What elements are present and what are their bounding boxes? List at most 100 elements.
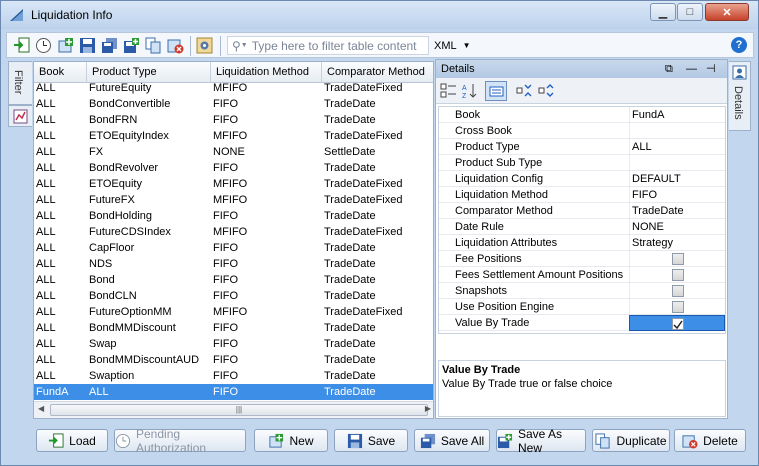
filter-input[interactable]: ⚲ ▼ Type here to filter table content bbox=[227, 36, 429, 55]
save-button[interactable]: Save bbox=[334, 429, 408, 452]
new-icon[interactable] bbox=[57, 37, 74, 54]
scrollbar-thumb[interactable]: ||| bbox=[50, 404, 428, 416]
sort-alpha-icon[interactable]: AZ bbox=[461, 82, 478, 99]
pin-icon[interactable]: ⊣ bbox=[706, 60, 716, 78]
table-row[interactable]: ALL BondHolding FIFO TradeDate bbox=[34, 208, 433, 224]
table-row[interactable]: ALL FutureCDSIndex MFIFO TradeDateFixed bbox=[34, 224, 433, 240]
save-all-button[interactable]: Save All bbox=[414, 429, 490, 452]
cell-method: FIFO bbox=[213, 354, 239, 366]
table-row[interactable]: ALL BondRevolver FIFO TradeDate bbox=[34, 160, 433, 176]
table-row[interactable]: ALL Swaption FIFO TradeDate bbox=[34, 368, 433, 384]
format-select[interactable]: XML ▼ bbox=[434, 36, 478, 55]
help-icon[interactable]: ? bbox=[731, 37, 747, 53]
categorized-icon[interactable] bbox=[440, 82, 457, 99]
table-row[interactable]: ALL Bond FIFO TradeDate bbox=[34, 272, 433, 288]
pending-authorization-label: Pending Authorization bbox=[136, 426, 207, 455]
minimize-button[interactable]: ▁ bbox=[650, 3, 676, 21]
load-icon[interactable] bbox=[13, 37, 30, 54]
description-title: Value By Trade bbox=[442, 364, 521, 376]
config-icon[interactable] bbox=[196, 37, 213, 54]
property-value[interactable]: TradeDate bbox=[629, 203, 725, 219]
table-row[interactable]: ALL FutureOptionMM MFIFO TradeDateFixed bbox=[34, 304, 433, 320]
cell-method: FIFO bbox=[213, 338, 239, 350]
search-icon: ⚲ bbox=[232, 38, 241, 53]
table-row[interactable]: ALL BondCLN FIFO TradeDate bbox=[34, 288, 433, 304]
tab-details[interactable]: Details bbox=[729, 61, 751, 131]
property-view-button[interactable] bbox=[485, 81, 507, 101]
property-checkbox[interactable] bbox=[672, 301, 684, 313]
tab-filter[interactable]: Filter bbox=[8, 61, 32, 105]
property-value[interactable]: DEFAULT bbox=[629, 171, 725, 187]
load-button[interactable]: Load bbox=[36, 429, 108, 452]
table-row[interactable]: ALL BondFRN FIFO TradeDate bbox=[34, 112, 433, 128]
table-row[interactable]: ALL CapFloor FIFO TradeDate bbox=[34, 240, 433, 256]
delete-button[interactable]: Delete bbox=[674, 429, 746, 452]
table-row[interactable]: ALL BondConvertible FIFO TradeDate bbox=[34, 96, 433, 112]
property-value[interactable]: Strategy bbox=[629, 235, 725, 251]
property-row[interactable]: Book FundA bbox=[439, 107, 725, 123]
property-row[interactable]: Liquidation Config DEFAULT bbox=[439, 171, 725, 187]
table-row[interactable]: ALL FutureFX MFIFO TradeDateFixed bbox=[34, 192, 433, 208]
property-value[interactable]: FIFO bbox=[629, 187, 725, 203]
chart-icon bbox=[13, 109, 28, 124]
close-button[interactable]: ✕ bbox=[705, 3, 749, 21]
maximize-button[interactable]: □ bbox=[677, 3, 703, 21]
property-row[interactable]: Date Rule NONE bbox=[439, 219, 725, 235]
property-row[interactable]: Snapshots bbox=[439, 283, 725, 299]
property-value[interactable] bbox=[629, 123, 725, 139]
property-row[interactable]: Fee Positions bbox=[439, 251, 725, 267]
duplicate-button[interactable]: Duplicate bbox=[592, 429, 670, 452]
save-as-new-icon[interactable] bbox=[123, 37, 140, 54]
column-header-book[interactable]: Book bbox=[34, 62, 87, 83]
property-checkbox[interactable] bbox=[672, 285, 684, 297]
tab-chart[interactable] bbox=[8, 105, 32, 127]
history-icon[interactable] bbox=[35, 37, 52, 54]
property-row[interactable]: Product Sub Type bbox=[439, 155, 725, 171]
table-row[interactable]: ALL BondMMDiscount FIFO TradeDate bbox=[34, 320, 433, 336]
property-row[interactable]: Fees Settlement Amount Positions bbox=[439, 267, 725, 283]
property-value[interactable]: NONE bbox=[629, 219, 725, 235]
table-row[interactable]: ALL ETOEquity MFIFO TradeDateFixed bbox=[34, 176, 433, 192]
collapse-all-icon[interactable] bbox=[538, 82, 555, 99]
table-row[interactable]: ALL ETOEquityIndex MFIFO TradeDateFixed bbox=[34, 128, 433, 144]
table-row[interactable]: ALL Swap FIFO TradeDate bbox=[34, 336, 433, 352]
save-all-icon[interactable] bbox=[101, 37, 118, 54]
table-row[interactable]: ALL FutureEquity MFIFO TradeDateFixed bbox=[34, 83, 433, 96]
horizontal-scrollbar[interactable]: ◀ ||| ▶ bbox=[34, 401, 433, 418]
property-row[interactable]: Liquidation Method FIFO bbox=[439, 187, 725, 203]
property-checkbox[interactable] bbox=[672, 253, 684, 265]
property-row[interactable]: Use Position Engine bbox=[439, 299, 725, 315]
property-row[interactable]: Value By Trade bbox=[439, 315, 725, 331]
delete-icon[interactable] bbox=[167, 37, 184, 54]
property-value[interactable]: FundA bbox=[629, 107, 725, 123]
float-icon[interactable]: ⧉ bbox=[665, 60, 673, 78]
column-header-liquidation-method[interactable]: Liquidation Method bbox=[211, 62, 322, 83]
save-icon[interactable] bbox=[79, 37, 96, 54]
application-window: Liquidation Info ▁ □ ✕ ⚲ ▼ Type here to … bbox=[0, 0, 759, 466]
table-row[interactable]: FundA ALL FIFO TradeDate bbox=[34, 384, 433, 400]
new-button[interactable]: New bbox=[254, 429, 328, 452]
scroll-left-icon[interactable]: ◀ bbox=[38, 404, 44, 413]
property-row[interactable]: Product Type ALL bbox=[439, 139, 725, 155]
column-header-product-type[interactable]: Product Type bbox=[87, 62, 211, 83]
property-value[interactable]: ALL bbox=[629, 139, 725, 155]
property-row[interactable]: Liquidation Attributes Strategy bbox=[439, 235, 725, 251]
cell-comparator: TradeDateFixed bbox=[324, 130, 403, 142]
details-header: Details ⧉ — ⊣ bbox=[436, 60, 727, 78]
scroll-right-icon[interactable]: ▶ bbox=[425, 404, 431, 413]
pending-authorization-button[interactable]: Pending Authorization bbox=[114, 426, 246, 455]
minimize-panel-icon[interactable]: — bbox=[686, 60, 697, 78]
column-header-comparator-method[interactable]: Comparator Method bbox=[322, 62, 433, 83]
property-row[interactable]: Cross Book bbox=[439, 123, 725, 139]
table-row[interactable]: ALL BondMMDiscountAUD FIFO TradeDate bbox=[34, 352, 433, 368]
duplicate-icon[interactable] bbox=[145, 37, 162, 54]
table-row[interactable]: ALL NDS FIFO TradeDate bbox=[34, 256, 433, 272]
property-row[interactable]: Comparator Method TradeDate bbox=[439, 203, 725, 219]
property-value[interactable] bbox=[629, 155, 725, 171]
property-checkbox[interactable] bbox=[672, 269, 684, 281]
action-bar: Load Pending Authorization New Save Save… bbox=[6, 426, 754, 458]
property-checkbox[interactable] bbox=[672, 318, 684, 330]
save-as-new-button[interactable]: Save As New bbox=[496, 427, 586, 455]
expand-all-icon[interactable] bbox=[516, 82, 533, 99]
table-row[interactable]: ALL FX NONE SettleDate bbox=[34, 144, 433, 160]
